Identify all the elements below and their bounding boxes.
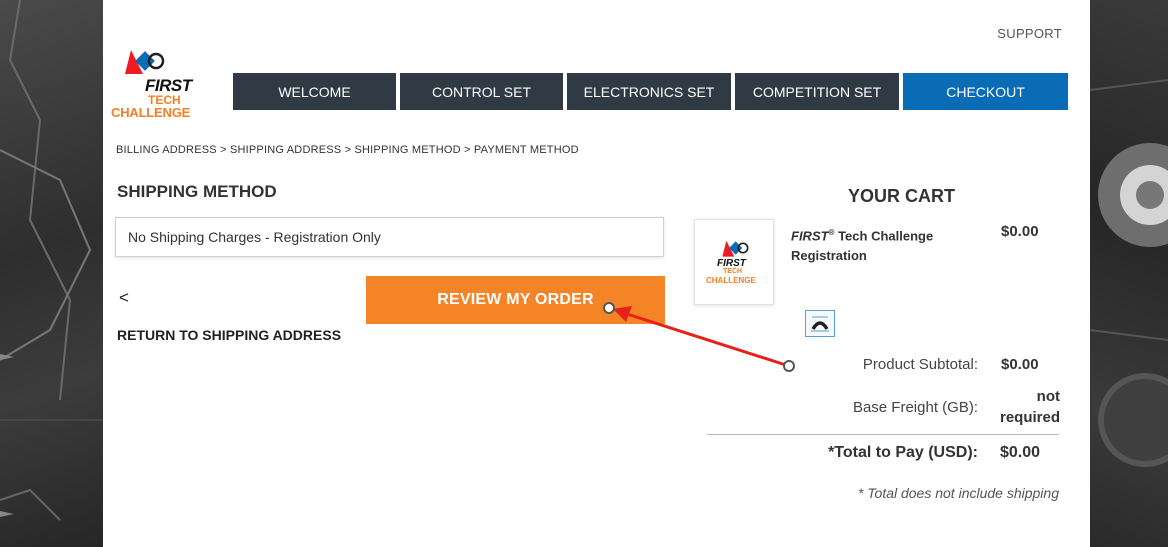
- shipping-note: * Total does not include shipping: [857, 485, 1059, 501]
- base-freight-label: Base Freight (GB):: [852, 399, 978, 416]
- cart-item-thumbnail: FIRST TECH CHALLENGE: [694, 219, 774, 305]
- checkout-breadcrumb: BILLING ADDRESS > SHIPPING ADDRESS > SHI…: [116, 144, 579, 156]
- product-subtotal-value: $0.00: [1001, 356, 1039, 373]
- logo-challenge-text: CHALLENGE: [111, 105, 191, 120]
- shipping-option-select[interactable]: No Shipping Charges - Registration Only: [115, 217, 664, 257]
- nav-control-set[interactable]: CONTROL SET: [400, 73, 563, 110]
- your-cart-heading: YOUR CART: [848, 186, 955, 206]
- nav-checkout[interactable]: CHECKOUT: [903, 73, 1068, 110]
- total-to-pay-label: *Total to Pay (USD):: [828, 444, 978, 461]
- base-freight-value-line2: required: [999, 409, 1060, 426]
- totals-divider: [707, 434, 1059, 435]
- nav-electronics-set[interactable]: ELECTRONICS SET: [567, 73, 731, 110]
- shipping-method-heading: SHIPPING METHOD: [117, 182, 277, 201]
- base-freight-value-line1: not: [1036, 388, 1060, 405]
- cart-item-price: $0.00: [1001, 223, 1039, 240]
- thumb-challenge-text: CHALLENGE: [706, 276, 756, 285]
- first-logo-icon: [722, 240, 749, 257]
- nav-competition-set[interactable]: COMPETITION SET: [735, 73, 899, 110]
- edit-cart-glyph: [811, 316, 829, 332]
- base-freight-value: not required: [983, 386, 1060, 428]
- review-my-order-button[interactable]: REVIEW MY ORDER: [366, 276, 665, 324]
- right-background-panel: [1090, 0, 1168, 547]
- first-tech-challenge-logo[interactable]: FIRST TECH CHALLENGE: [111, 46, 211, 126]
- cart-item-name[interactable]: FIRST® Tech Challenge Registration: [791, 223, 941, 266]
- left-background-art: [0, 0, 103, 521]
- nav-welcome[interactable]: WELCOME: [233, 73, 396, 110]
- edit-cart-icon[interactable]: [805, 310, 835, 337]
- first-logo-icon: [125, 50, 165, 74]
- return-to-shipping-address-link[interactable]: RETURN TO SHIPPING ADDRESS: [117, 327, 341, 343]
- left-background-panel: [0, 0, 103, 547]
- checkout-panel: SUPPORT FIRST TECH CHALLENGE WELCOME CON…: [103, 0, 1090, 547]
- gear-background-art: [1090, 79, 1168, 467]
- product-subtotal-label: Product Subtotal:: [862, 356, 978, 373]
- total-to-pay-value: $0.00: [1000, 444, 1041, 461]
- thumb-tech-text: TECH: [723, 268, 743, 275]
- back-chevron-icon[interactable]: <: [119, 288, 129, 308]
- support-link[interactable]: SUPPORT: [997, 26, 1062, 41]
- cart-item-name-italic: FIRST: [791, 228, 829, 244]
